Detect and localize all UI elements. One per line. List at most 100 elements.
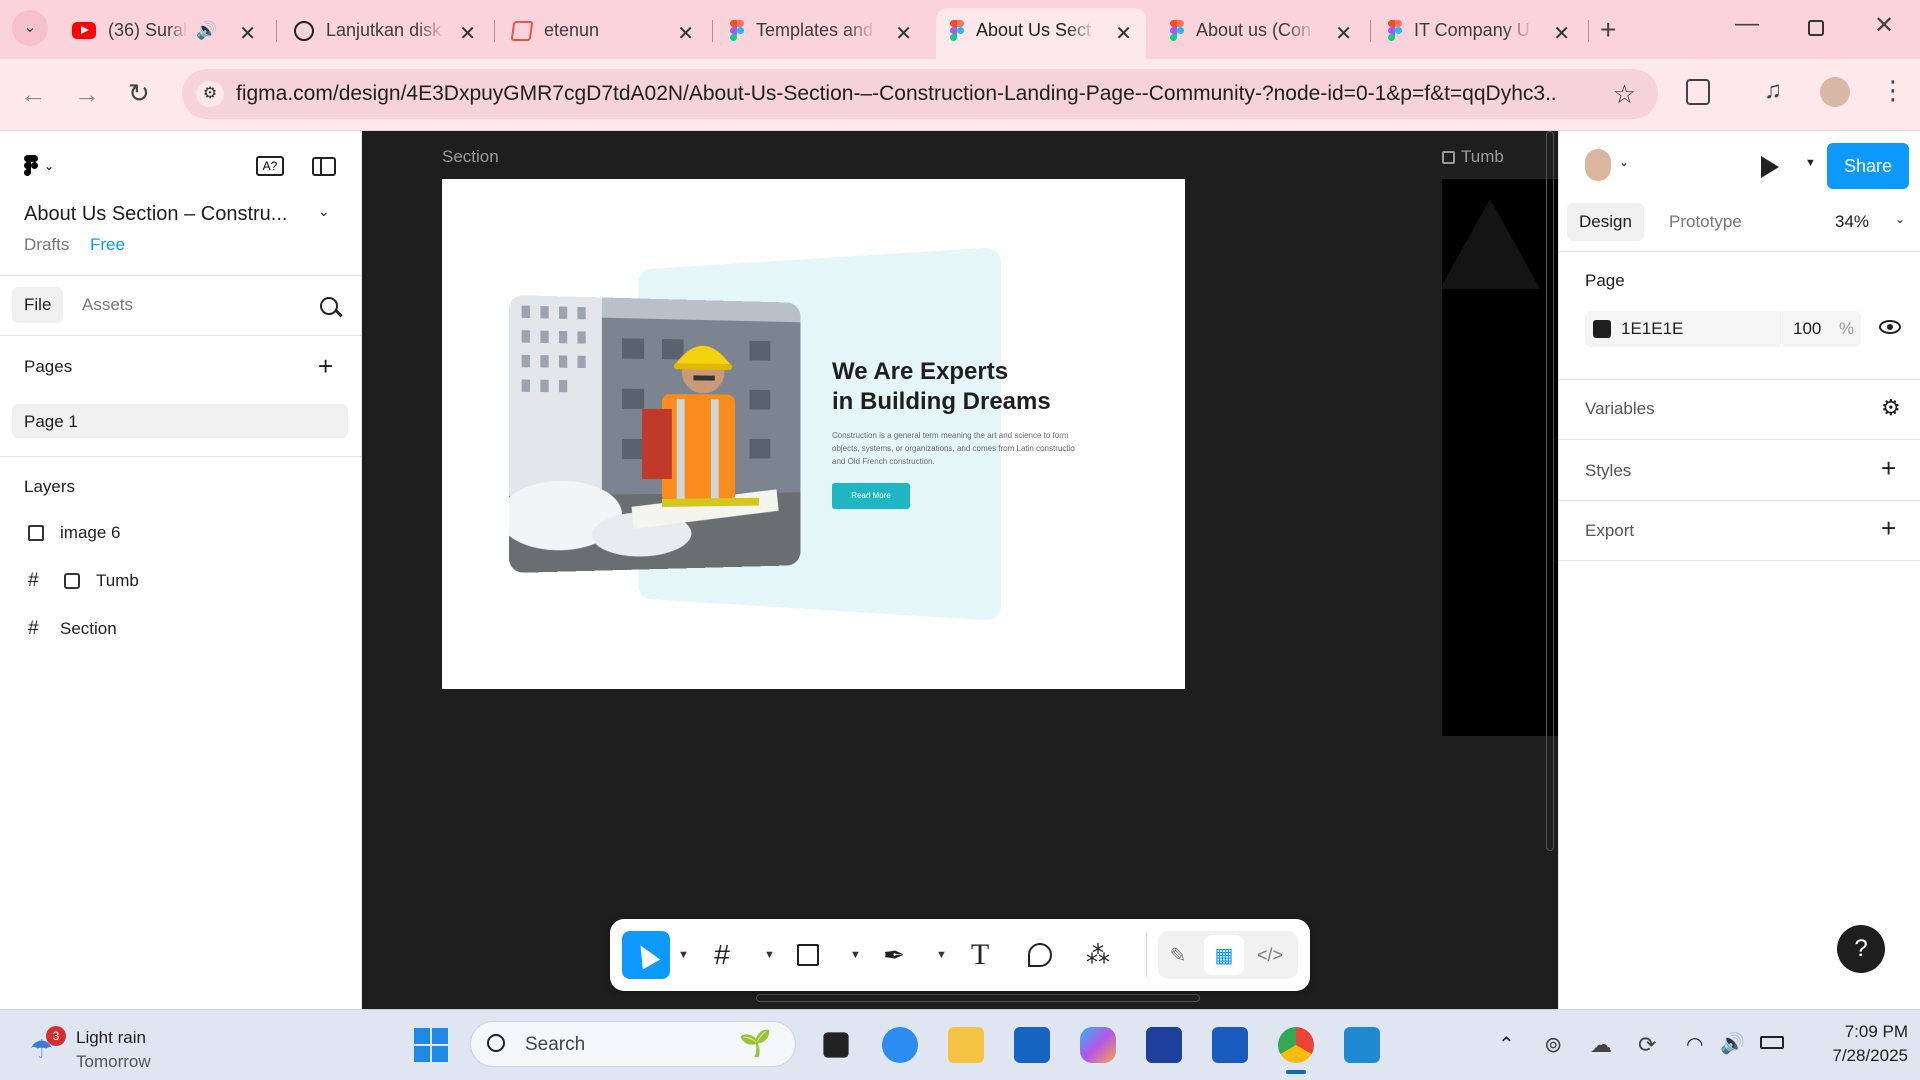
vscode-icon[interactable] [1344,1027,1380,1063]
draw-mode-icon[interactable]: ✎ [1158,935,1198,975]
chevron-down-icon[interactable]: ▼ [678,949,689,961]
tab-about-us-section[interactable]: About Us Sect ✕ [936,8,1146,59]
page-color-field[interactable]: 1E1E1E 100 % [1585,311,1861,347]
tumb-frame-preview[interactable] [1440,179,1558,736]
page-opacity[interactable]: 100 [1793,319,1821,339]
tab-etenun[interactable]: etenun ✕ [498,8,708,59]
tab-youtube[interactable]: (36) Surah 🔊 ✕ [58,8,270,59]
task-view-icon[interactable] [823,1032,849,1058]
share-button[interactable]: Share [1827,143,1909,189]
figma-canvas[interactable]: Section Tumb We Are Experts in Building … [362,131,1558,1009]
profile-avatar[interactable] [1820,77,1850,107]
construction-worker-image[interactable] [509,294,801,574]
text-tool-button[interactable]: T [956,931,1004,979]
close-tab-icon[interactable]: ✕ [1335,21,1352,46]
taskbar-search[interactable]: Search 🌱 [470,1021,796,1067]
extensions-icon[interactable] [1686,79,1710,105]
tab-search-chevron-icon[interactable]: ⌄ [12,10,48,46]
microsoft-store-icon[interactable] [1014,1027,1050,1063]
variables-settings-icon[interactable]: ⚙ [1881,395,1901,421]
new-tab-icon[interactable]: + [1600,16,1616,44]
onedrive-icon[interactable]: ☁ [1590,1032,1612,1058]
browser-menu-icon[interactable]: ⋮ [1880,77,1906,103]
close-tab-icon[interactable]: ✕ [1553,21,1570,46]
tab-design[interactable]: Design [1567,203,1644,241]
page-list-item[interactable]: Page 1 [12,404,348,438]
app-icon-blue[interactable] [882,1027,918,1063]
section-frame[interactable]: We Are Experts in Building Dreams Constr… [442,179,1185,689]
tab-about-us-con[interactable]: About us (Con ✕ [1156,8,1366,59]
tab-file[interactable]: File [12,287,64,323]
bookmark-star-icon[interactable]: ☆ [1613,79,1636,110]
chrome-icon[interactable] [1278,1027,1314,1063]
actions-tool-button[interactable]: ⁂ [1074,931,1122,979]
user-avatar[interactable] [1585,149,1611,181]
tab-it-company[interactable]: IT Company U ✕ [1374,8,1584,59]
design-mode-icon[interactable]: ▦ [1204,935,1244,975]
close-window-icon[interactable]: ✕ [1874,14,1894,38]
forward-icon[interactable]: → [74,81,100,107]
file-explorer-icon[interactable] [948,1027,984,1063]
minimize-icon[interactable]: — [1735,12,1759,36]
wifi-icon[interactable]: ◠ [1686,1032,1703,1057]
weather-widget[interactable]: ☂ 3 Light rain Tomorrow [26,1020,186,1072]
canvas-vertical-scrollbar[interactable] [1546,131,1554,851]
show-hidden-icons-chevron[interactable]: ⌃ [1498,1032,1515,1057]
word-icon[interactable] [1212,1027,1248,1063]
toggle-sidebar-icon[interactable] [312,157,336,176]
color-swatch[interactable] [1593,320,1611,338]
file-title[interactable]: About Us Section – Constru... [24,203,287,226]
site-info-icon[interactable]: ⚙ [196,81,224,107]
battery-icon[interactable] [1760,1036,1784,1049]
close-tab-icon[interactable]: ✕ [1115,21,1132,46]
start-button[interactable] [414,1028,448,1062]
tab-prototype[interactable]: Prototype [1669,212,1742,232]
url-field[interactable]: ⚙ figma.com/design/4E3DxpuyGMR7cgD7tdA02… [182,69,1658,119]
add-page-icon[interactable]: + [318,351,333,382]
present-play-icon[interactable] [1761,156,1779,178]
reload-icon[interactable]: ↻ [128,80,150,106]
zoom-level[interactable]: 34% [1835,212,1869,232]
help-button[interactable]: ? [1837,925,1885,973]
audio-playing-icon[interactable]: 🔊 [196,21,217,41]
tab-chatgpt[interactable]: Lanjutkan disk ✕ [280,8,490,59]
ai-actions-icon[interactable]: A? [256,156,284,176]
styles-label[interactable]: Styles [1585,461,1631,481]
add-export-icon[interactable]: + [1881,513,1896,544]
volume-icon[interactable]: 🔊 [1720,1031,1745,1056]
close-tab-icon[interactable]: ✕ [677,21,694,46]
chevron-down-icon[interactable]: ▼ [850,949,861,961]
media-control-icon[interactable]: ♫ [1764,79,1782,103]
layer-row[interactable]: # Section [0,609,362,649]
tray-icon[interactable]: ⊚ [1544,1032,1562,1058]
frame-label-section[interactable]: Section [442,147,499,167]
chevron-down-icon[interactable]: ⌄ [1619,155,1629,169]
close-tab-icon[interactable]: ✕ [459,21,476,46]
frame-label-tumb[interactable]: Tumb [1442,147,1504,167]
pen-tool-button[interactable]: ✒ [870,931,918,979]
chevron-down-icon[interactable]: ⌄ [1895,212,1905,226]
export-label[interactable]: Export [1585,521,1634,541]
sync-icon[interactable]: ⟳ [1638,1032,1656,1058]
figma-main-menu-icon[interactable]: ⌄ [24,155,54,176]
close-tab-icon[interactable]: ✕ [895,21,912,46]
tab-assets[interactable]: Assets [82,295,133,315]
variables-label[interactable]: Variables [1585,399,1655,419]
app-icon-vector[interactable] [1146,1027,1182,1063]
rectangle-tool-button[interactable] [784,931,832,979]
comment-tool-button[interactable] [1016,931,1064,979]
dev-mode-icon[interactable]: </> [1250,935,1290,975]
add-style-icon[interactable]: + [1881,453,1896,484]
restore-icon[interactable] [1808,20,1824,36]
clock[interactable]: 7:09 PM 7/28/2025 [1796,1020,1908,1068]
back-icon[interactable]: ← [20,81,46,107]
layer-row[interactable]: # Tumb [0,561,362,601]
chevron-down-icon[interactable]: ▼ [936,949,947,961]
read-more-button[interactable]: Read More [832,483,910,509]
close-tab-icon[interactable]: ✕ [239,21,256,46]
chevron-down-icon[interactable]: ▼ [1805,157,1816,169]
canvas-horizontal-scrollbar[interactable] [756,994,1200,1002]
tab-templates[interactable]: Templates and ✕ [716,8,926,59]
file-title-chevron-icon[interactable]: ⌄ [318,203,330,220]
layer-row[interactable]: image 6 [0,513,362,553]
